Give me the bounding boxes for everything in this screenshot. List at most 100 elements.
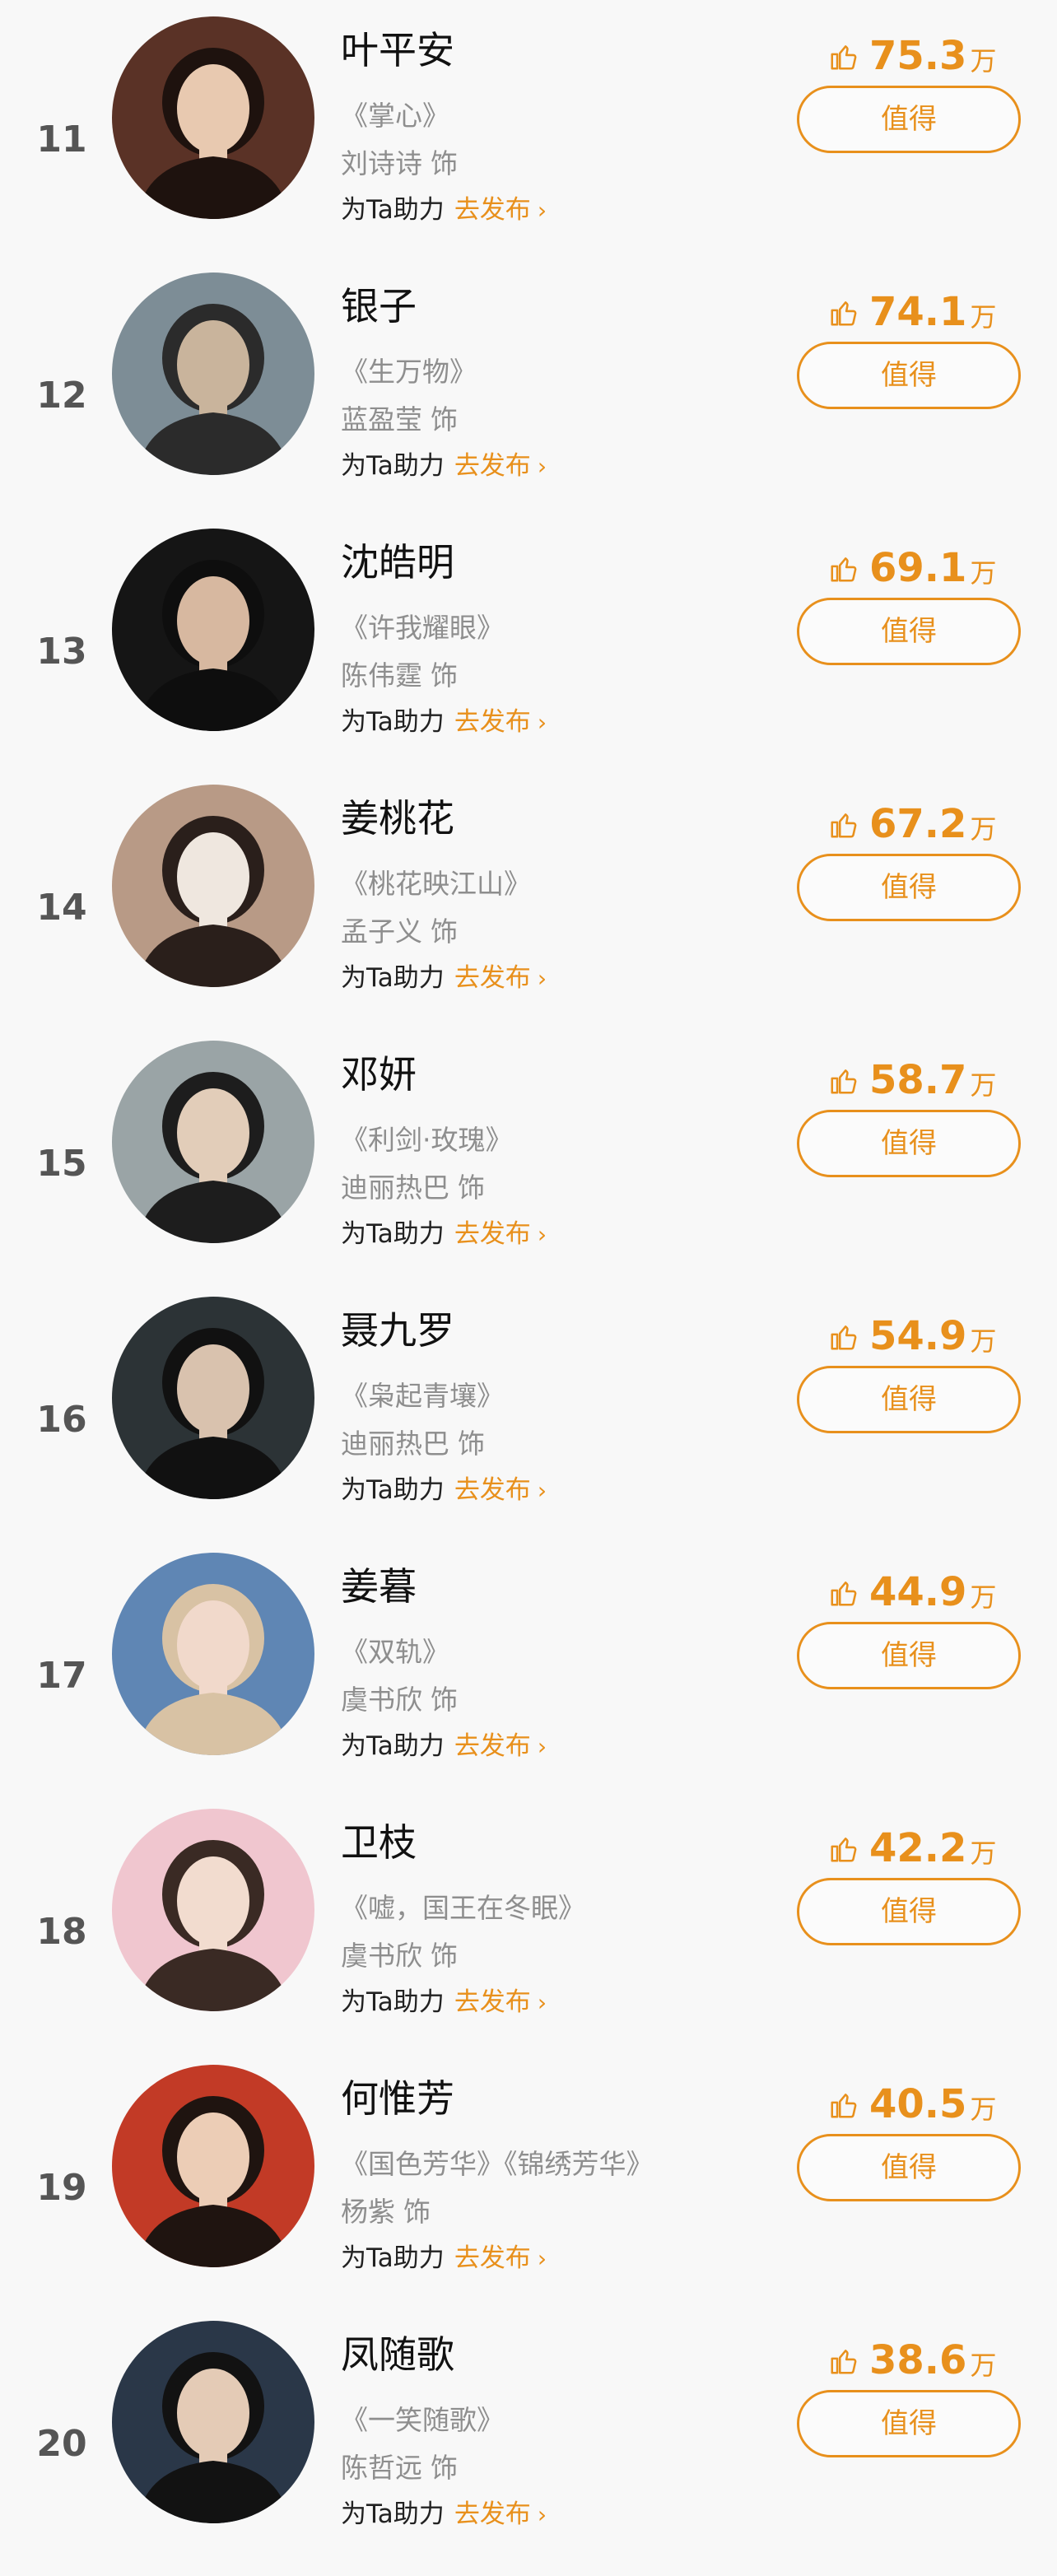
ranking-list: 11 叶平安 《掌心》 刘诗诗饰 为Ta助力 去发布 › 75.3 万 值得 12 [0, 0, 1057, 2576]
character-avatar[interactable] [112, 1809, 314, 2011]
actor-name: 迪丽热巴 [341, 1172, 449, 1204]
avatar-image [112, 1041, 314, 1243]
like-unit: 万 [970, 1838, 997, 1869]
worth-button[interactable]: 值得 [797, 1878, 1021, 1945]
chevron-right-icon: › [537, 965, 547, 992]
support-label: 为Ta助力 [341, 1987, 445, 2017]
character-avatar[interactable] [112, 1041, 314, 1243]
like-unit: 万 [970, 557, 997, 589]
thumbs-up-icon [831, 2094, 857, 2118]
worth-button[interactable]: 值得 [797, 1110, 1021, 1177]
drama-title: 《生万物》 [341, 356, 477, 388]
ranking-row: 16 聂九罗 《枭起青壤》 迪丽热巴饰 为Ta助力 去发布 › 54.9 万 值得 [0, 1280, 1057, 1536]
thumbs-up-icon [831, 301, 857, 326]
worth-button[interactable]: 值得 [797, 1366, 1021, 1433]
character-avatar[interactable] [112, 1297, 314, 1499]
like-number: 54.9 [869, 1313, 967, 1359]
avatar-image [112, 529, 314, 731]
character-avatar[interactable] [112, 16, 314, 219]
support-line: 为Ta助力 去发布 › [341, 454, 547, 479]
actor-line: 孟子义饰 [341, 918, 458, 945]
support-line: 为Ta助力 去发布 › [341, 2502, 547, 2527]
actor-name: 迪丽热巴 [341, 1428, 449, 1460]
character-avatar[interactable] [112, 1553, 314, 1755]
worth-button[interactable]: 值得 [797, 598, 1021, 665]
worth-button[interactable]: 值得 [797, 2134, 1021, 2201]
actor-name: 蓝盈莹 [341, 403, 422, 436]
actor-line: 虞书欣饰 [341, 1686, 458, 1713]
character-name: 邓妍 [341, 1052, 417, 1097]
publish-link[interactable]: 去发布 [454, 963, 531, 993]
actor-suffix: 饰 [403, 2196, 431, 2228]
thumbs-up-icon [831, 1581, 857, 1606]
like-number: 74.1 [869, 289, 967, 335]
character-avatar[interactable] [112, 273, 314, 475]
like-count: 69.1 万 [828, 547, 996, 588]
support-line: 为Ta助力 去发布 › [341, 1222, 547, 1247]
support-line: 为Ta助力 去发布 › [341, 966, 547, 991]
like-number: 44.9 [869, 1569, 967, 1615]
actor-line: 迪丽热巴饰 [341, 1174, 485, 1201]
actor-line: 虞书欣饰 [341, 1942, 458, 1969]
publish-link[interactable]: 去发布 [454, 1731, 531, 1761]
character-avatar[interactable] [112, 529, 314, 731]
like-unit: 万 [970, 2094, 997, 2125]
ranking-row: 17 姜暮 《双轨》 虞书欣饰 为Ta助力 去发布 › 44.9 万 值得 [0, 1536, 1057, 1792]
worth-button[interactable]: 值得 [797, 2390, 1021, 2457]
avatar-image [112, 2065, 314, 2267]
chevron-right-icon: › [537, 453, 547, 480]
drama-title: 《国色芳华》《锦绣芳华》 [341, 2148, 654, 2180]
worth-button[interactable]: 值得 [797, 1622, 1021, 1689]
like-unit: 万 [970, 1581, 997, 1613]
support-label: 为Ta助力 [341, 1731, 445, 1761]
like-count: 67.2 万 [828, 803, 996, 844]
drama-title: 《掌心》 [341, 100, 449, 132]
avatar-image [112, 2321, 314, 2523]
worth-button[interactable]: 值得 [797, 854, 1021, 921]
like-unit: 万 [970, 813, 997, 845]
publish-link[interactable]: 去发布 [454, 2243, 531, 2273]
rank-number: 18 [36, 1911, 87, 1953]
ranking-row: 15 邓妍 《利剑·玫瑰》 迪丽热巴饰 为Ta助力 去发布 › 58.7 万 值得 [0, 1024, 1057, 1280]
character-name: 姜暮 [341, 1564, 417, 1609]
chevron-right-icon: › [537, 1477, 547, 1504]
rank-number: 11 [36, 119, 87, 161]
publish-link[interactable]: 去发布 [454, 195, 531, 225]
like-number: 58.7 [869, 1057, 967, 1103]
actor-name: 虞书欣 [341, 1940, 422, 1972]
publish-link[interactable]: 去发布 [454, 1987, 531, 2017]
actor-name: 孟子义 [341, 915, 422, 948]
drama-title: 《枭起青壤》 [341, 1380, 504, 1412]
worth-button[interactable]: 值得 [797, 342, 1021, 409]
publish-link[interactable]: 去发布 [454, 2499, 531, 2529]
rank-number: 15 [36, 1143, 87, 1185]
publish-link[interactable]: 去发布 [454, 451, 531, 481]
support-line: 为Ta助力 去发布 › [341, 710, 547, 735]
thumbs-up-icon [831, 1069, 857, 1094]
support-line: 为Ta助力 去发布 › [341, 2246, 547, 2271]
publish-link[interactable]: 去发布 [454, 1219, 531, 1249]
worth-button[interactable]: 值得 [797, 86, 1021, 153]
rank-number: 13 [36, 631, 87, 673]
rank-number: 16 [36, 1399, 87, 1441]
actor-suffix: 饰 [431, 1940, 458, 1972]
like-count: 75.3 万 [828, 35, 996, 76]
support-label: 为Ta助力 [341, 195, 445, 225]
publish-link[interactable]: 去发布 [454, 1475, 531, 1505]
like-count: 42.2 万 [828, 1827, 996, 1868]
publish-link[interactable]: 去发布 [454, 707, 531, 737]
character-avatar[interactable] [112, 785, 314, 987]
rank-number: 19 [36, 2167, 87, 2209]
ranking-row: 12 银子 《生万物》 蓝盈莹饰 为Ta助力 去发布 › 74.1 万 值得 [0, 256, 1057, 512]
actor-line: 杨紫饰 [341, 2198, 431, 2225]
like-number: 38.6 [869, 2337, 967, 2383]
ranking-row: 14 姜桃花 《桃花映江山》 孟子义饰 为Ta助力 去发布 › 67.2 万 值得 [0, 768, 1057, 1024]
ranking-row: 19 何惟芳 《国色芳华》《锦绣芳华》 杨紫饰 为Ta助力 去发布 › 40.5 万 … [0, 2048, 1057, 2304]
character-name: 卫枝 [341, 1820, 417, 1865]
actor-name: 陈伟霆 [341, 659, 422, 692]
chevron-right-icon: › [537, 1733, 547, 1760]
chevron-right-icon: › [537, 2501, 547, 2528]
character-avatar[interactable] [112, 2321, 314, 2523]
actor-line: 陈伟霆饰 [341, 662, 458, 689]
character-avatar[interactable] [112, 2065, 314, 2267]
